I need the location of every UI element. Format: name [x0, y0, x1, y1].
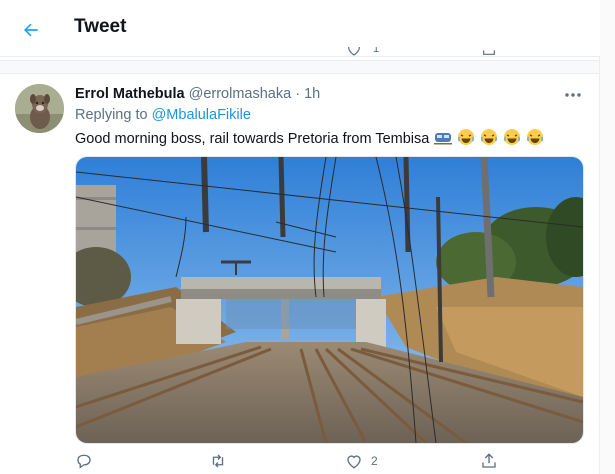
page-title: Tweet: [74, 16, 127, 37]
author-name[interactable]: Errol Mathebula: [75, 86, 185, 102]
laughing-emoji-icon: [458, 129, 475, 145]
tweet-photo[interactable]: [75, 156, 584, 444]
share-button[interactable]: [480, 452, 506, 470]
reply-mention-link[interactable]: @MbalulaFikile: [152, 107, 251, 123]
laughing-emoji-icon: [527, 129, 544, 145]
previous-like-count: 1: [373, 47, 380, 55]
like-icon: [347, 455, 361, 469]
train-emoji-icon: [434, 133, 453, 145]
previous-tweet-actions: 1: [0, 47, 600, 59]
arrow-left-icon: [24, 23, 38, 37]
back-button[interactable]: [14, 13, 48, 47]
laughing-emoji-icon: [504, 129, 521, 145]
author-handle[interactable]: @errolmashaka: [189, 86, 292, 102]
railway-photo-image: [76, 157, 583, 443]
meta-separator: ·: [295, 86, 301, 102]
share-icon: [482, 453, 496, 468]
more-horizontal-icon: [565, 93, 581, 97]
tweet-action-bar: 2: [75, 452, 505, 474]
more-options-button[interactable]: [560, 86, 586, 104]
reply-icon: [77, 454, 91, 469]
dog-avatar-icon: [15, 84, 64, 133]
author-avatar[interactable]: [15, 84, 64, 133]
reply-prefix: Replying to: [75, 107, 148, 123]
replying-to: Replying to @MbalulaFikile: [75, 107, 251, 123]
previous-share-icon[interactable]: [480, 47, 498, 57]
tweet-text: Good morning boss, rail towards Pretoria…: [75, 128, 544, 147]
previous-like-icon[interactable]: [345, 47, 363, 57]
like-count: 2: [371, 454, 378, 468]
laughing-emoji-icon: [481, 129, 498, 145]
like-button[interactable]: 2: [345, 452, 378, 470]
tweet-body: Good morning boss, rail towards Pretoria…: [75, 131, 430, 147]
retweet-icon: [212, 454, 224, 468]
retweet-button[interactable]: [208, 452, 236, 470]
thread-separator: [0, 60, 600, 74]
reply-button[interactable]: [75, 452, 101, 470]
author-line: Errol Mathebula @errolmashaka · 1h: [75, 86, 320, 102]
tweet-time[interactable]: 1h: [304, 86, 320, 102]
scrollbar[interactable]: [599, 0, 615, 474]
